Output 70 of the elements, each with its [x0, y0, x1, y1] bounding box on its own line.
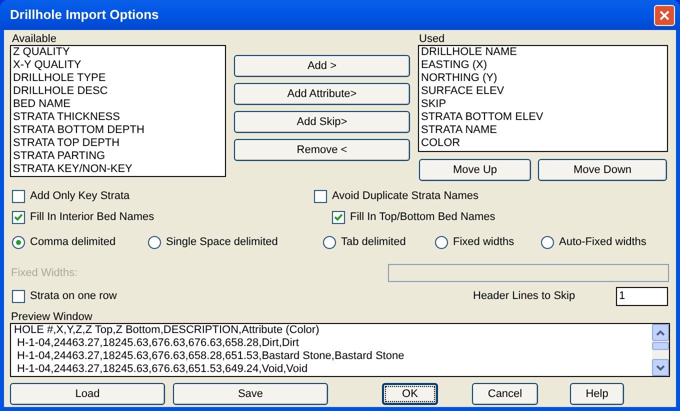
checkbox[interactable] [332, 211, 345, 224]
checkbox[interactable] [12, 211, 25, 224]
checkbox[interactable] [314, 190, 327, 203]
list-label: Available [12, 33, 58, 45]
dialog-button[interactable]: Add > [234, 55, 410, 77]
radio-button[interactable] [323, 236, 336, 248]
window-title: Drillhole Import Options [10, 6, 159, 24]
field-value: 1 [619, 288, 626, 304]
list-item[interactable]: STRATA KEY/NON-KEY [13, 163, 223, 176]
scroll-up-button[interactable] [652, 324, 669, 341]
radio-label[interactable]: Tab delimited [341, 234, 406, 250]
list-item[interactable]: NORTHING (Y) [421, 72, 665, 85]
list-item[interactable]: COLOR [421, 137, 665, 150]
list-item[interactable]: X-Y QUALITY [13, 59, 223, 72]
close-icon [659, 10, 670, 20]
list-label: Used [419, 33, 446, 45]
list-item[interactable]: STRATA TOP DEPTH [13, 137, 223, 150]
radio-button[interactable] [148, 236, 161, 248]
dialog-button[interactable]: Move Up [419, 159, 531, 181]
list-item[interactable]: STRATA NAME [421, 124, 665, 137]
list-item[interactable]: STRATA PARTING [13, 150, 223, 163]
radio-button[interactable] [541, 236, 554, 248]
field-label: Fixed Widths: [11, 266, 79, 281]
scroll-thumb[interactable] [652, 342, 669, 350]
dialog-button[interactable]: Remove < [234, 139, 410, 161]
preview-line: H-1-04,24463.27,18245.63,676.63,651.53,649.24,Void,Void [16, 363, 309, 376]
field-label: Header Lines to Skip [473, 288, 576, 304]
list-item[interactable]: SKIP [421, 98, 665, 111]
used-list[interactable]: DRILLHOLE NAME EASTING (X) NORTHING (Y) SURFACE ELEV SKIP STRATA BOTTOM ELEV STRATA NAME COLOR [418, 45, 668, 152]
list-item[interactable]: Z QUALITY [13, 46, 223, 59]
dialog-button[interactable]: Help [570, 383, 624, 405]
checkbox-label[interactable]: Strata on one row [30, 288, 117, 304]
list-item[interactable]: EASTING (X) [421, 59, 665, 72]
dialog-button[interactable]: OK [382, 383, 438, 405]
radio-button[interactable] [12, 236, 25, 248]
preview-line: H-1-04,24463.27,18245.63,676.63,676.63,658.28,Dirt,Dirt [16, 337, 300, 350]
checkbox-label[interactable]: Fill In Interior Bed Names [30, 209, 154, 226]
preview-label: Preview Window [11, 311, 94, 323]
checkbox-label[interactable]: Add Only Key Strata [30, 188, 130, 205]
list-item[interactable]: SURFACE ELEV [421, 85, 665, 98]
list-item[interactable]: DRILLHOLE TYPE [13, 72, 223, 85]
radio-label[interactable]: Comma delimited [30, 234, 116, 250]
checkbox[interactable] [12, 290, 25, 302]
scroll-down-button[interactable] [652, 359, 669, 376]
dialog-button[interactable]: Load [10, 383, 165, 405]
available-list[interactable]: Z QUALITY X-Y QUALITY DRILLHOLE TYPE DRILLHOLE DESC BED NAME STRATA THICKNESS STRATA BOTTOM DEPTH STRATA TOP DEPTH STRATA PARTING STRATA KEY/NON-KEY [10, 45, 226, 177]
dialog-button[interactable]: Save [173, 383, 328, 405]
close-button[interactable] [654, 4, 675, 26]
dialog-button[interactable]: Move Down [538, 159, 667, 181]
radio-label[interactable]: Single Space delimited [166, 234, 278, 250]
list-item[interactable]: STRATA THICKNESS [13, 111, 223, 124]
checkbox-label[interactable]: Avoid Duplicate Strata Names [332, 188, 479, 205]
preview-line: HOLE #,X,Y,Z,Z Top,Z Bottom,DESCRIPTION,Attribute (Color) [14, 324, 320, 337]
checkbox[interactable] [12, 190, 25, 203]
list-item[interactable]: DRILLHOLE DESC [13, 85, 223, 98]
checkbox-label[interactable]: Fill In Top/Bottom Bed Names [350, 209, 496, 226]
list-item[interactable]: BED NAME [13, 98, 223, 111]
list-item[interactable]: DRILLHOLE NAME [421, 46, 665, 59]
radio-button[interactable] [435, 236, 448, 248]
radio-label[interactable]: Auto-Fixed widths [559, 234, 646, 250]
fixed-widths-field[interactable] [388, 264, 669, 282]
radio-label[interactable]: Fixed widths [453, 234, 514, 250]
preview-line: H-1-04,24463.27,18245.63,676.63,658.28,651.53,Bastard Stone,Bastard Stone [16, 350, 406, 363]
scrollbar[interactable] [652, 324, 669, 376]
list-item[interactable]: STRATA BOTTOM DEPTH [13, 124, 223, 137]
dialog-button[interactable]: Add Attribute> [234, 83, 410, 105]
dialog-button[interactable]: Add Skip> [234, 111, 410, 133]
header-lines-field[interactable]: 1 [616, 286, 668, 306]
dialog-button[interactable]: Cancel [472, 383, 538, 405]
list-item[interactable]: STRATA BOTTOM ELEV [421, 111, 665, 124]
